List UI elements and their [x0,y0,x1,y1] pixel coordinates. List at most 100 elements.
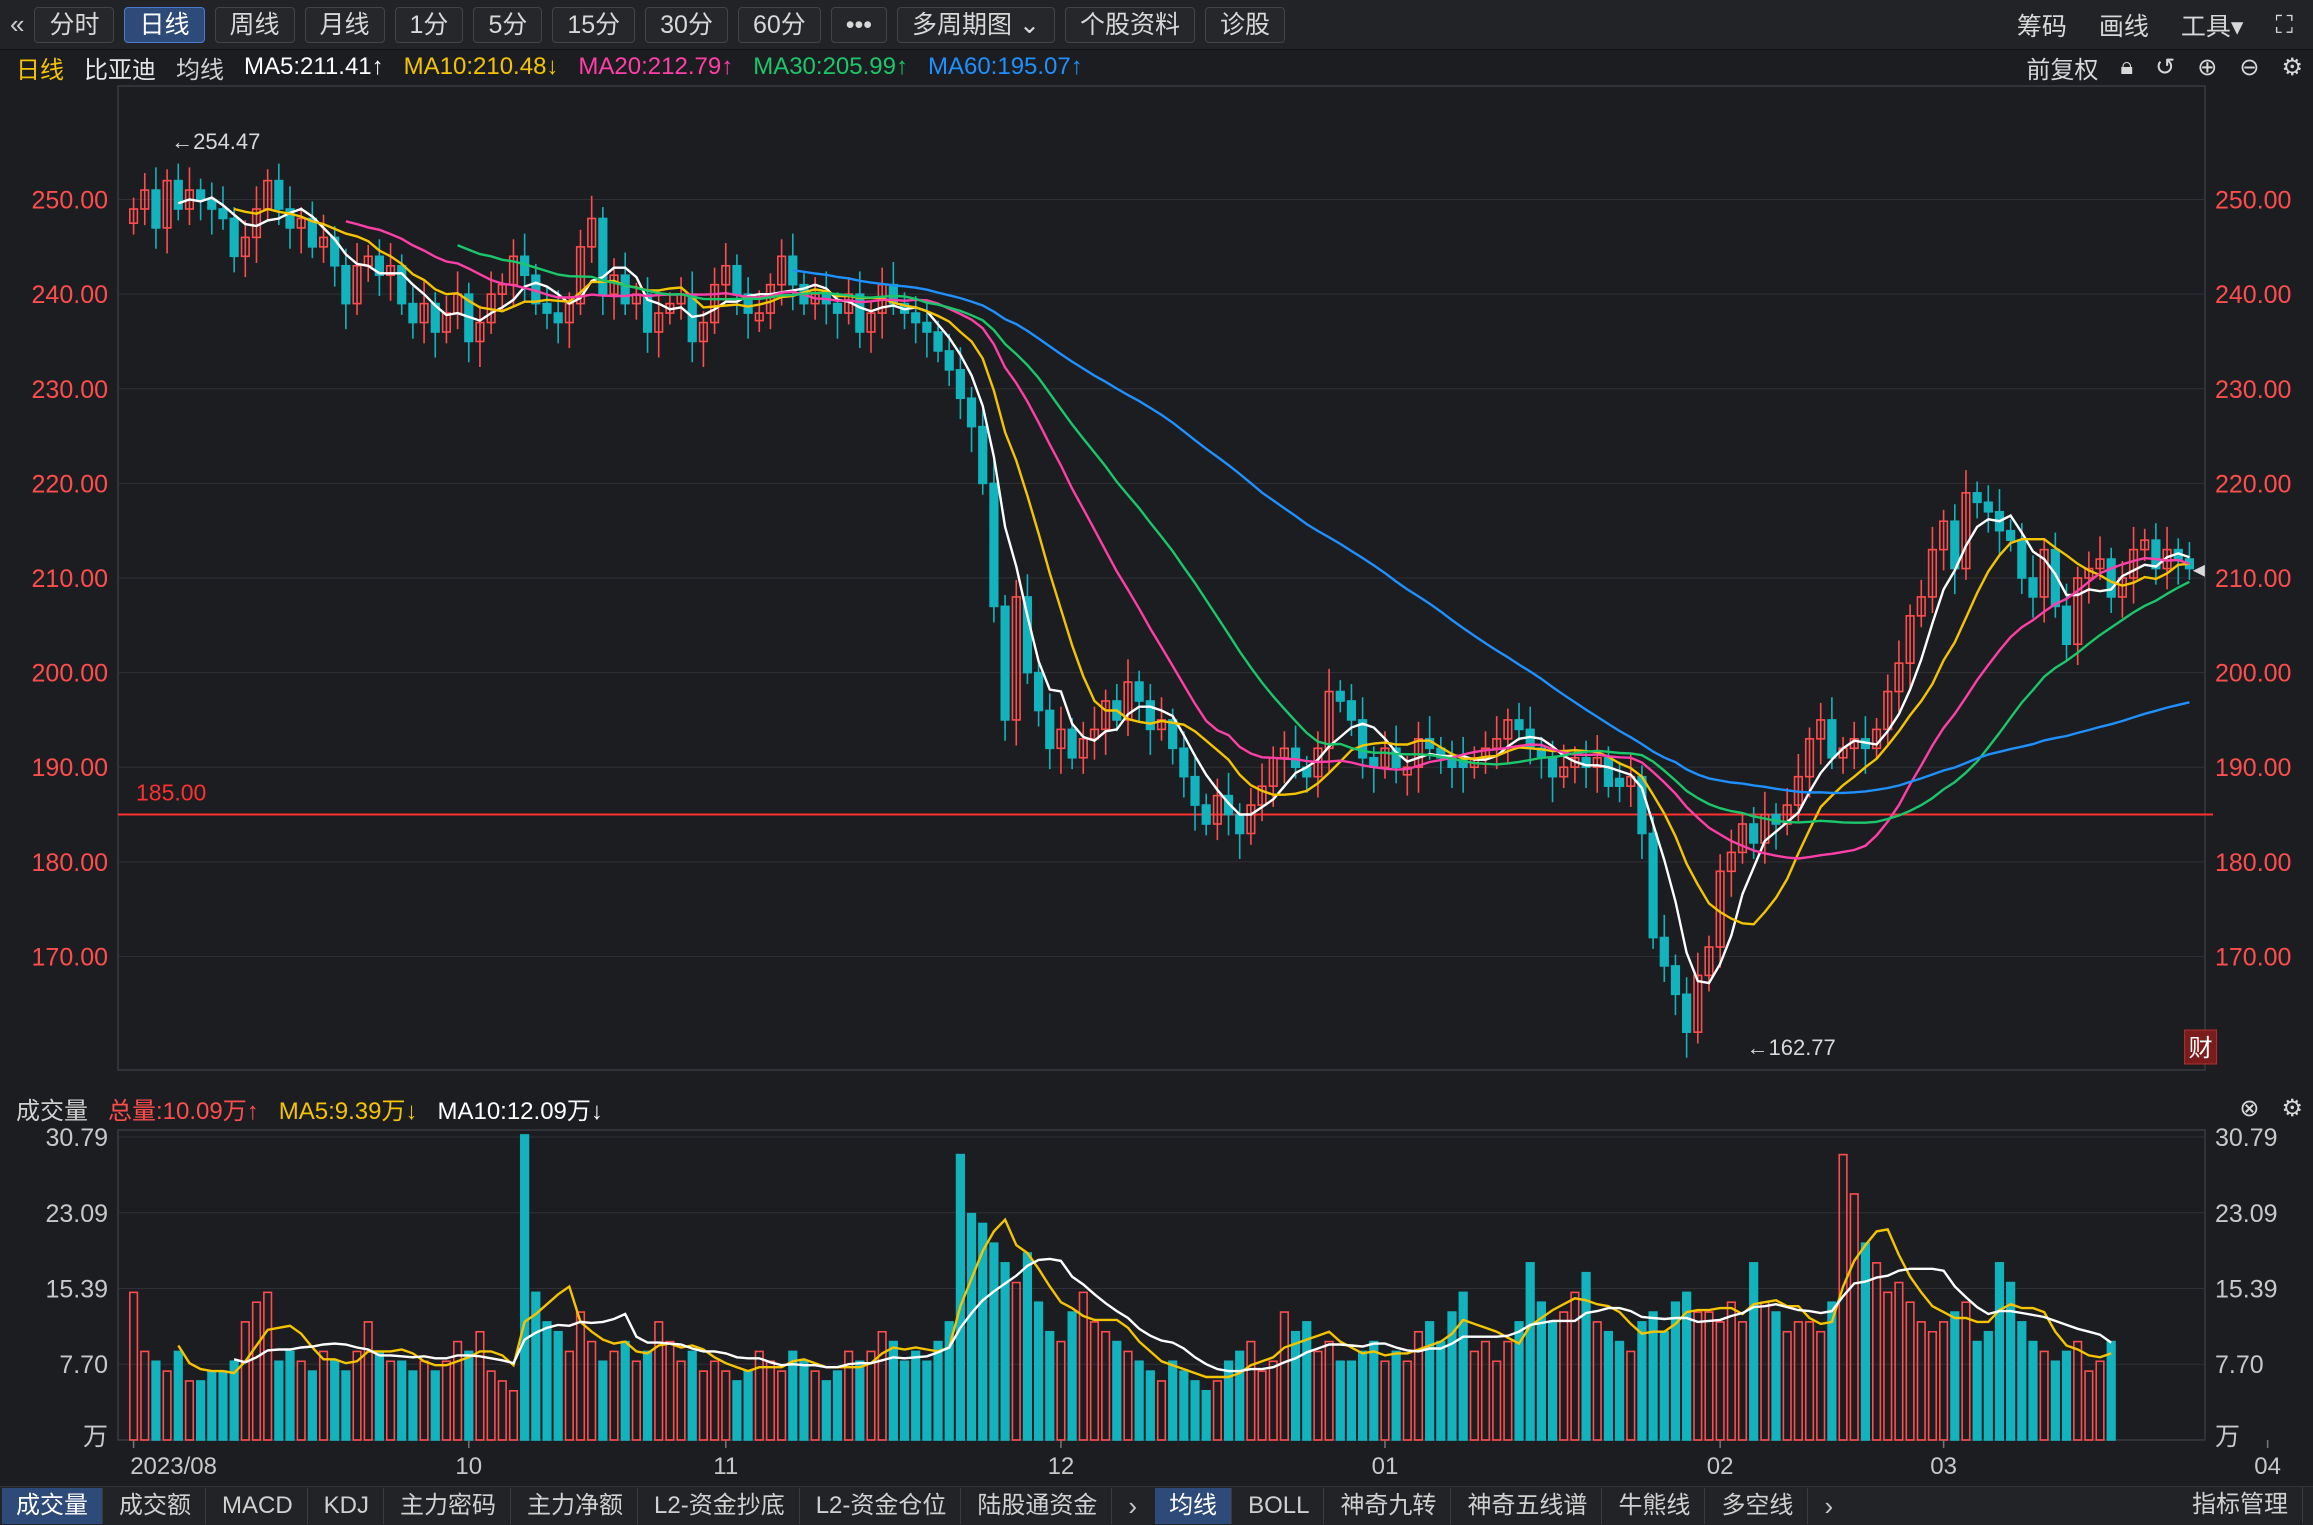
indicator-name[interactable]: 均线 [176,50,224,85]
period-tab-60min[interactable]: 60分 [737,6,821,43]
chevron-right-icon-2[interactable]: › [1824,1491,1833,1522]
price-tick-label-left: 220.00 [32,470,108,498]
tab-bull-bear[interactable]: 牛熊线 [1604,1488,1706,1524]
period-tab-1min[interactable]: 1分 [394,6,464,43]
volume-bar [665,1340,675,1441]
settings-gear-icon[interactable]: ⚙ [2281,53,2303,82]
volume-bar [877,1330,887,1441]
volume-bar [1983,1330,1993,1441]
volume-plot-frame [117,1129,2206,1441]
candle-body [1693,974,1703,1033]
candle-body [1581,756,1591,769]
tab-magic-five[interactable]: 神奇五线谱 [1453,1488,1603,1524]
price-tick-label-right: 220.00 [2215,470,2291,498]
period-tab-30min[interactable]: 30分 [645,6,728,43]
candle-body [1369,756,1379,769]
candle-body [1067,728,1077,759]
zoom-out-icon[interactable]: ⊖ [2239,53,2259,82]
volume-bar [352,1350,362,1441]
chips-button[interactable]: 筹码 [2017,7,2067,43]
candle-body [810,293,820,305]
price-tick-label-left: 180.00 [32,849,108,877]
tab-macd[interactable]: MACD [208,1488,308,1524]
zoom-in-icon[interactable]: ⊕ [2197,53,2217,82]
period-tab-daily[interactable]: 日线 [124,6,205,43]
multi-period-dropdown[interactable]: 多周期图 ⌄ [897,6,1055,43]
volume-bar [620,1340,630,1441]
volume-bar [2006,1281,2016,1441]
volume-bar [1994,1262,2005,1441]
volume-bar [754,1350,764,1441]
volume-bar [1648,1311,1658,1441]
candle-body [1536,747,1546,759]
tab-main-net[interactable]: 主力净额 [513,1488,639,1524]
volume-bar [1603,1330,1614,1441]
tab-magic-nine[interactable]: 神奇九转 [1326,1488,1452,1524]
volume-bar [1793,1321,1803,1441]
volume-bar [374,1350,384,1441]
candle-body [240,236,250,258]
volume-bar [385,1360,396,1441]
indicator-manage-button[interactable]: 指标管理 [2178,1487,2303,1523]
tab-northbound[interactable]: 陆股通资金 [963,1488,1113,1524]
candle-body [1827,719,1837,759]
period-label: 日线 [16,56,64,84]
x-axis-label: 11 [713,1453,738,1480]
tab-turnover[interactable]: 成交额 [105,1488,206,1524]
undo-icon[interactable]: ↺ [2155,53,2175,82]
candle-body [732,264,742,295]
period-tab-weekly[interactable]: 周线 [214,6,295,43]
close-icon[interactable]: ⊗ [2239,1094,2259,1123]
volume-bar [1626,1350,1636,1441]
candle-body [799,283,809,305]
tab-l2-position[interactable]: L2-资金仓位 [802,1488,962,1524]
price-tick-label-right: 240.00 [2215,281,2291,309]
tab-boll[interactable]: BOLL [1234,1488,1325,1524]
volume-bar [1503,1340,1513,1441]
candle-body [1525,728,1535,750]
stock-info-button[interactable]: 个股资料 [1064,6,1195,43]
candle-body [2073,577,2083,646]
draw-line-button[interactable]: 画线 [2099,7,2149,43]
chevron-right-icon[interactable]: › [1128,1491,1137,1522]
diagnose-button[interactable]: 诊股 [1204,6,1285,43]
period-tab-minute[interactable]: 分时 [34,6,115,43]
candle-body [1905,615,1915,664]
price-tick-label-right: 200.00 [2215,660,2291,688]
candle-body [1637,775,1647,835]
tab-main-chip[interactable]: 主力密码 [386,1488,512,1524]
tools-dropdown[interactable]: 工具▾ [2181,7,2244,43]
period-tab-5min[interactable]: 5分 [473,6,543,43]
tab-ma[interactable]: 均线 [1155,1488,1233,1524]
candle-body [978,425,988,485]
lock-icon[interactable]: 🔒︎ [2120,53,2133,81]
volume-bar [274,1360,284,1441]
fullscreen-icon[interactable]: ⛶ [2275,11,2293,40]
kline-chart[interactable]: 170.00 170.00 180.00 180.00 190.00 190.00 200.… [0,0,2313,1486]
volume-bar [2106,1340,2116,1441]
candle-body [196,189,206,201]
period-tab-15min[interactable]: 15分 [552,6,636,43]
volume-bar [1268,1360,1278,1441]
more-periods-button[interactable]: ••• [830,6,888,43]
volume-bar [475,1330,485,1441]
candle-body [1804,738,1815,778]
tab-l2-bottom[interactable]: L2-资金抄底 [640,1488,800,1524]
tab-long-short[interactable]: 多空线 [1707,1488,1809,1524]
period-tab-monthly[interactable]: 月线 [304,6,385,43]
volume-bar [866,1350,876,1441]
volume-bar [296,1360,306,1441]
tab-volume[interactable]: 成交量 [2,1488,103,1524]
candle-body [721,264,731,286]
volume-bar [542,1321,552,1441]
double-chevron-left-icon[interactable]: « [10,9,24,40]
volume-bar [642,1350,653,1441]
volume-bar [1391,1350,1401,1441]
candle-body [2106,558,2116,598]
candle-body [1033,671,1044,712]
volume-ma5: MA5:9.39万↓ [278,1097,418,1125]
volume-bar [765,1360,776,1441]
adjust-mode[interactable]: 前复权 [2026,50,2098,85]
tab-kdj[interactable]: KDJ [310,1488,385,1524]
volume-settings-gear-icon[interactable]: ⚙ [2281,1094,2303,1123]
